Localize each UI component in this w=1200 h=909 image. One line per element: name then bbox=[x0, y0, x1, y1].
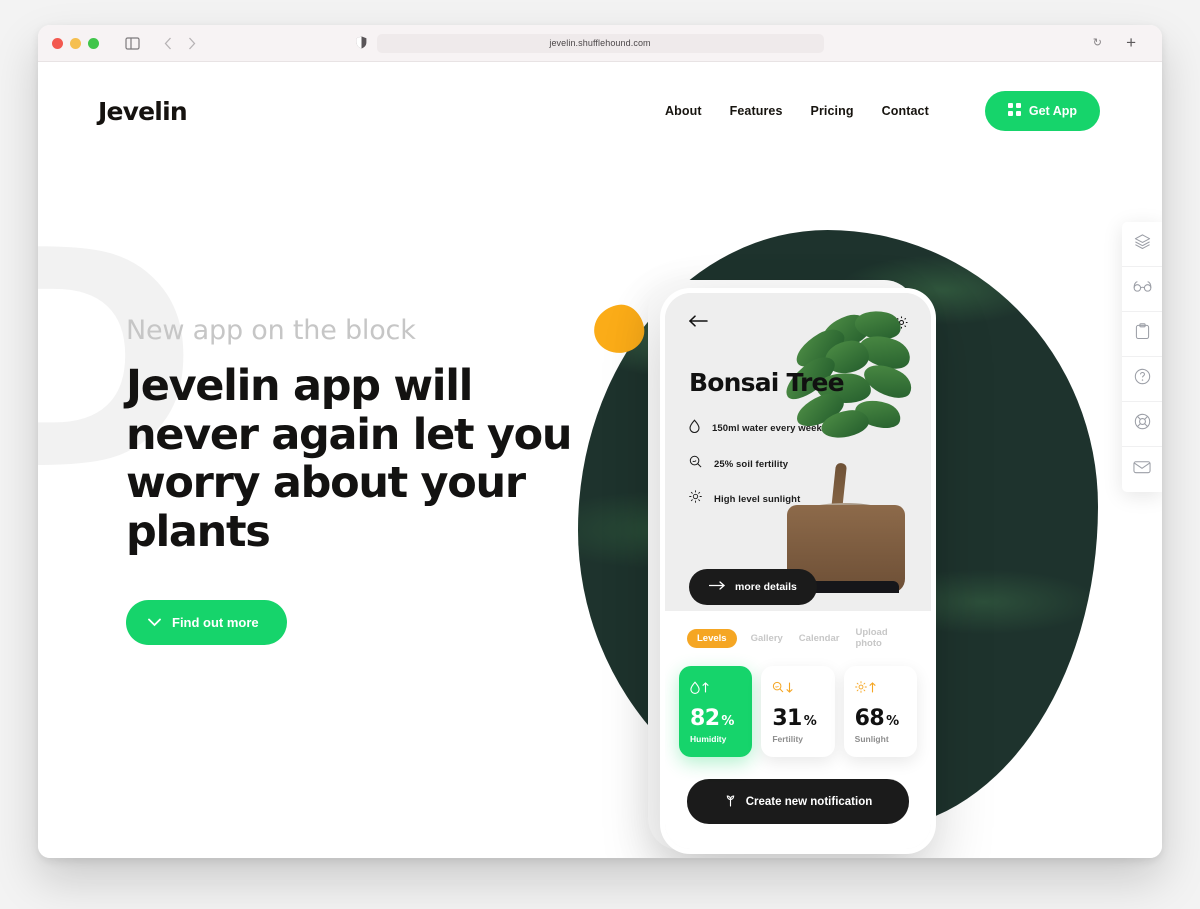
sun-icon bbox=[689, 490, 702, 508]
envelope-icon bbox=[1133, 460, 1151, 479]
create-notification-button[interactable]: Create new notification bbox=[687, 779, 909, 824]
sun-icon bbox=[854, 678, 906, 696]
more-details-button[interactable]: more details bbox=[689, 569, 817, 605]
grid-icon bbox=[1007, 103, 1021, 119]
layers-icon bbox=[1134, 233, 1151, 255]
site-logo[interactable]: Jevelin bbox=[98, 97, 188, 126]
water-drop-icon bbox=[689, 419, 700, 438]
stat-card-sunlight[interactable]: 68% Sunlight bbox=[843, 666, 917, 757]
spec-row: High level sunlight bbox=[689, 490, 909, 508]
stat-value: 82% bbox=[690, 706, 741, 731]
address-bar[interactable]: jevelin.shufflehound.com bbox=[376, 33, 824, 53]
nav-item-pricing[interactable]: Pricing bbox=[811, 104, 854, 118]
glasses-icon bbox=[1133, 280, 1152, 298]
spec-row: 25% soil fertility bbox=[689, 455, 909, 473]
soil-fertility-icon bbox=[772, 678, 823, 696]
browser-window: jevelin.shufflehound.com ↻ + D Jevelin A… bbox=[38, 25, 1162, 858]
rail-item-support[interactable] bbox=[1122, 402, 1162, 447]
spec-text: 25% soil fertility bbox=[714, 458, 789, 470]
browser-toolbar: jevelin.shufflehound.com ↻ + bbox=[38, 25, 1162, 62]
url-text: jevelin.shufflehound.com bbox=[549, 38, 651, 48]
soil-fertility-icon bbox=[689, 455, 702, 473]
tab-calendar[interactable]: Calendar bbox=[797, 629, 842, 648]
rail-item-help[interactable] bbox=[1122, 357, 1162, 402]
stat-number: 82 bbox=[690, 706, 720, 731]
stat-card-humidity[interactable]: 82% Humidity bbox=[679, 666, 753, 757]
rail-item-clipboard[interactable] bbox=[1122, 312, 1162, 357]
close-window-button[interactable] bbox=[52, 37, 63, 49]
hero-eyebrow: New app on the block bbox=[126, 315, 416, 346]
new-tab-button[interactable]: + bbox=[1126, 33, 1136, 53]
stat-unit: % bbox=[886, 714, 899, 729]
plant-specs: 150ml water every week 25% soil fertilit… bbox=[689, 419, 909, 508]
main-navigation: About Features Pricing Contact Get App bbox=[665, 91, 1100, 131]
more-details-label: more details bbox=[735, 581, 797, 593]
phone-screen: Bonsai Tree 150ml water every week 25% s… bbox=[665, 293, 931, 849]
phone-mockup: Bonsai Tree 150ml water every week 25% s… bbox=[660, 288, 936, 854]
sprout-icon bbox=[724, 793, 737, 810]
rail-item-layers[interactable] bbox=[1122, 222, 1162, 267]
window-controls[interactable] bbox=[52, 37, 99, 49]
chevron-down-icon bbox=[148, 615, 161, 630]
stat-value: 68% bbox=[855, 706, 906, 731]
phone-lower-panel: Levels Gallery Calendar Upload photo 82 … bbox=[665, 611, 931, 849]
tab-gallery[interactable]: Gallery bbox=[749, 629, 785, 648]
get-app-label: Get App bbox=[1028, 104, 1077, 118]
tab-levels[interactable]: Levels bbox=[687, 628, 737, 648]
plant-title: Bonsai Tree bbox=[689, 368, 845, 397]
stat-number: 68 bbox=[854, 706, 885, 731]
plant-detail-card: Bonsai Tree 150ml water every week 25% s… bbox=[665, 293, 931, 611]
lifebuoy-icon bbox=[1134, 413, 1151, 435]
stat-number: 31 bbox=[772, 706, 802, 731]
stat-unit: % bbox=[803, 714, 817, 729]
site-header: Jevelin About Features Pricing Contact G… bbox=[38, 62, 1162, 160]
side-icon-rail bbox=[1122, 222, 1162, 492]
stat-cards: 82% Humidity 31% Fertility 68 % Sunlight bbox=[679, 666, 917, 757]
hero-section: New app on the block Jevelin app will ne… bbox=[126, 315, 596, 646]
shield-icon[interactable] bbox=[356, 36, 367, 54]
hero-artwork: Bonsai Tree 150ml water every week 25% s… bbox=[562, 192, 1162, 858]
water-drop-icon bbox=[690, 678, 741, 696]
stat-card-fertility[interactable]: 31% Fertility bbox=[761, 666, 835, 757]
get-app-button[interactable]: Get App bbox=[984, 91, 1100, 131]
spec-row: 150ml water every week bbox=[689, 419, 909, 438]
chevron-right-icon[interactable] bbox=[188, 37, 196, 50]
sidebar-icon[interactable] bbox=[125, 36, 140, 50]
tab-upload-photo[interactable]: Upload photo bbox=[853, 623, 909, 653]
minimize-window-button[interactable] bbox=[70, 37, 81, 49]
stat-label: Fertility bbox=[772, 734, 804, 744]
arrow-right-icon bbox=[708, 581, 725, 593]
stat-label: Sunlight bbox=[854, 734, 889, 744]
spec-text: 150ml water every week bbox=[712, 423, 822, 434]
arrow-left-icon[interactable] bbox=[688, 315, 708, 331]
maximize-window-button[interactable] bbox=[88, 37, 99, 49]
stat-value: 31% bbox=[772, 706, 823, 731]
stat-label: Humidity bbox=[690, 734, 727, 744]
nav-item-about[interactable]: About bbox=[665, 104, 702, 118]
rail-item-mail[interactable] bbox=[1122, 447, 1162, 492]
question-circle-icon bbox=[1134, 368, 1151, 390]
create-notification-label: Create new notification bbox=[745, 795, 873, 808]
rail-item-glasses[interactable] bbox=[1122, 267, 1162, 312]
webpage-content: D Jevelin About Features Pricing Contact… bbox=[38, 62, 1162, 858]
page-title: Jevelin app will never again let you wor… bbox=[126, 361, 573, 557]
stat-unit: % bbox=[721, 714, 734, 729]
find-out-more-button[interactable]: Find out more bbox=[126, 600, 287, 646]
screenshot-stage: jevelin.shufflehound.com ↻ + D Jevelin A… bbox=[0, 0, 1200, 909]
spec-text: High level sunlight bbox=[714, 493, 801, 505]
reload-icon[interactable]: ↻ bbox=[1093, 36, 1102, 49]
nav-item-features[interactable]: Features bbox=[730, 104, 783, 118]
nav-item-contact[interactable]: Contact bbox=[882, 104, 929, 118]
chevron-left-icon[interactable] bbox=[164, 37, 172, 50]
plant-tabs: Levels Gallery Calendar Upload photo bbox=[679, 619, 917, 653]
find-out-more-label: Find out more bbox=[172, 615, 259, 631]
clipboard-icon bbox=[1135, 323, 1150, 345]
